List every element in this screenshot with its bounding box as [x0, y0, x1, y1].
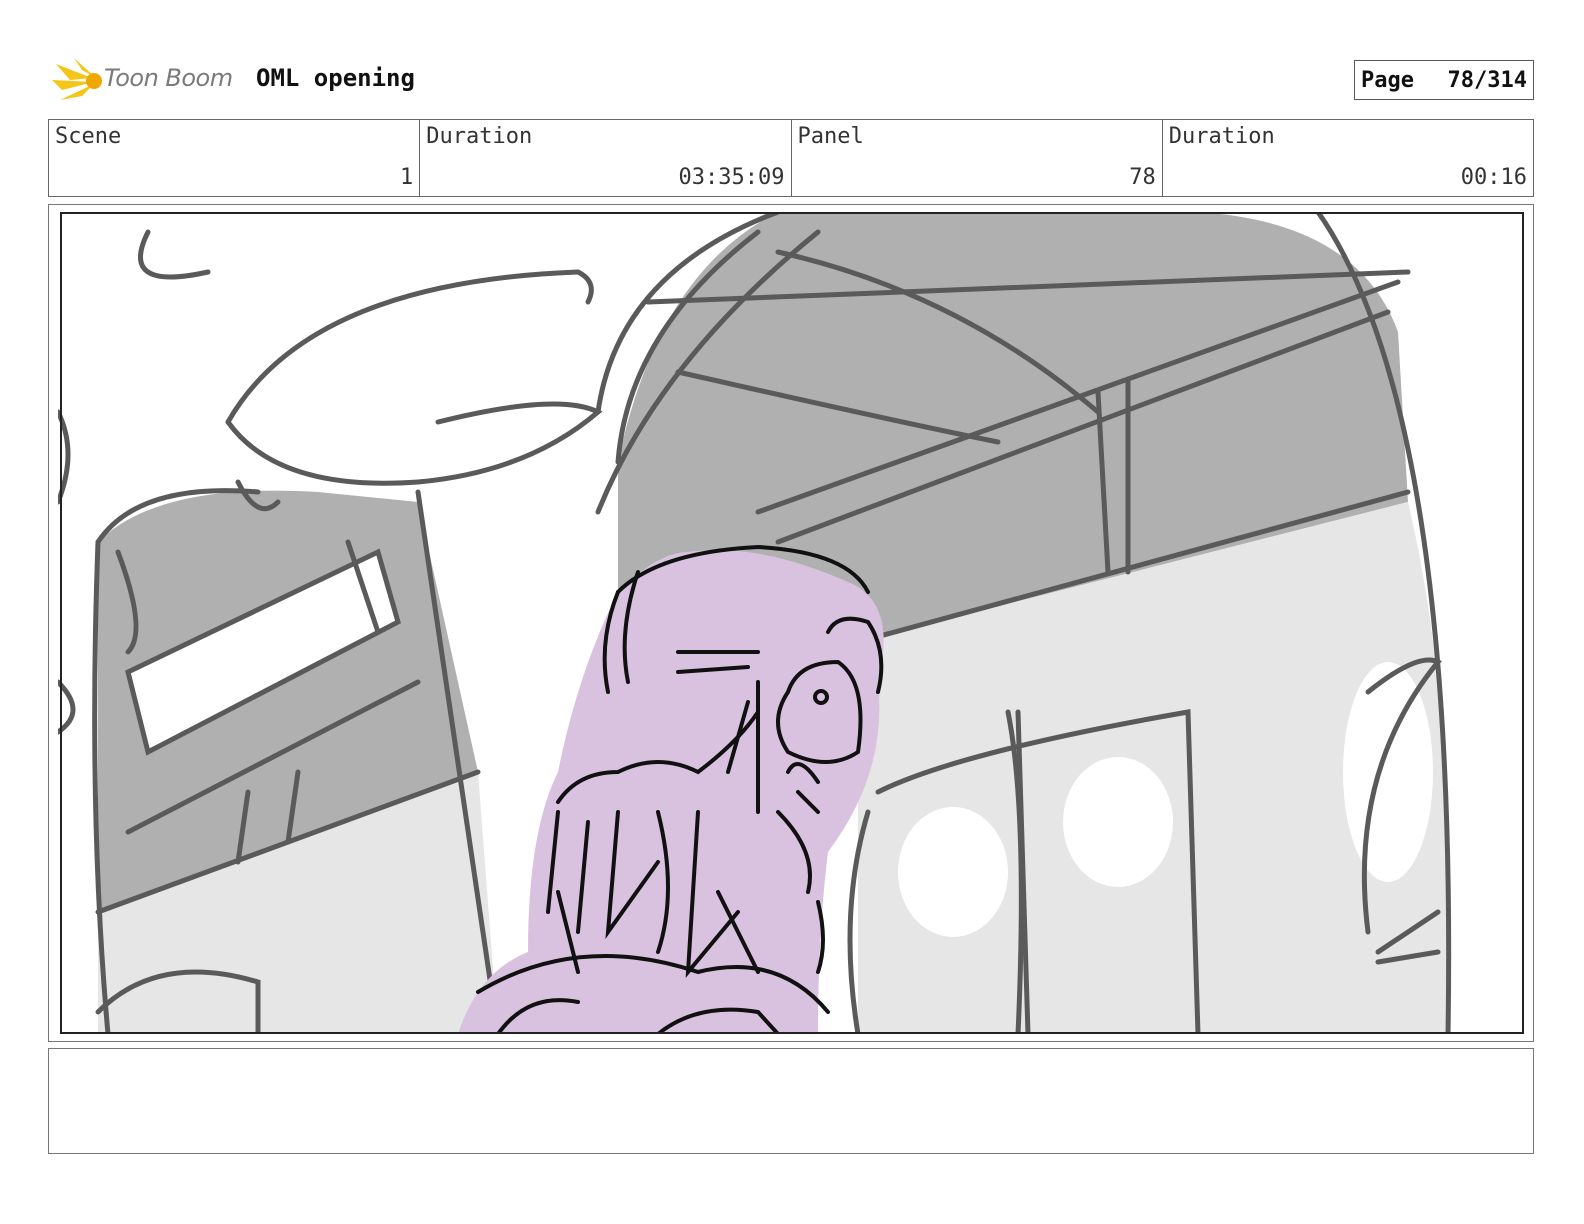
- page-label: Page: [1361, 67, 1414, 93]
- scene-duration-label: Duration: [426, 124, 533, 149]
- scene-value: 1: [400, 165, 414, 190]
- panel-label: Panel: [797, 124, 864, 149]
- logo-text: Toon Boom: [104, 64, 233, 92]
- panel-duration-cell: Duration 00:16: [1163, 120, 1533, 196]
- document-title: OML opening: [256, 64, 415, 92]
- panel-duration-value: 00:16: [1460, 165, 1527, 190]
- panel-info-table: Scene 1 Duration 03:35:09 Panel 78 Durat…: [48, 119, 1534, 197]
- scene-cell: Scene 1: [49, 120, 421, 196]
- panel-cell: Panel 78: [792, 120, 1163, 196]
- panel-notes-box: [48, 1048, 1534, 1154]
- scene-duration-value: 03:35:09: [678, 165, 785, 190]
- scene-label: Scene: [55, 124, 122, 149]
- page-number: 78/314: [1447, 67, 1527, 93]
- panel-duration-label: Duration: [1168, 124, 1275, 149]
- panel-value: 78: [1129, 165, 1156, 190]
- storyboard-sketch: [58, 212, 1524, 1034]
- page-indicator: Page 78/314: [1354, 60, 1534, 100]
- scene-duration-cell: Duration 03:35:09: [420, 120, 792, 196]
